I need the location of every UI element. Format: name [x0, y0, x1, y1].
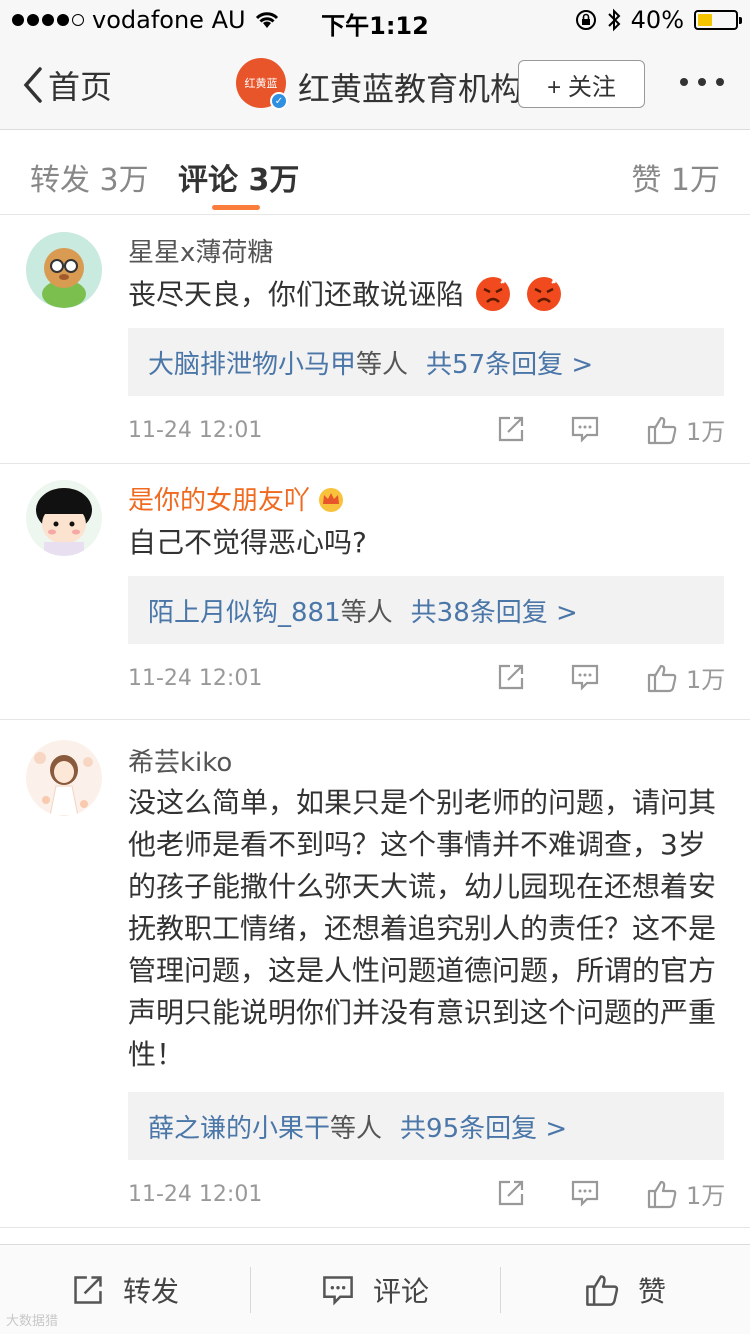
reply-summary[interactable]: 陌上月似钩_881 等人 共38条回复 > — [128, 576, 724, 644]
comment-icon — [571, 1180, 599, 1207]
comment-label: 评论 — [372, 1274, 429, 1308]
like-count: 1万 — [686, 1182, 726, 1210]
comment-time: 11-24 12:01 — [128, 418, 263, 443]
repost-action[interactable] — [496, 1178, 526, 1208]
verified-badge-icon: ✓ — [270, 92, 288, 110]
like-button[interactable]: 赞 — [500, 1245, 750, 1334]
comment-text: 丧尽天良，你们还敢说诬陷 — [128, 274, 724, 316]
reply-user: 大脑排泄物小马甲 — [148, 349, 357, 380]
tabs-bar: 转发 3万 评论 3万 赞 1万 — [0, 131, 750, 215]
avatar-cartoon-icon — [26, 232, 102, 308]
tab-comments[interactable]: 评论 3万 — [178, 155, 299, 199]
share-icon — [74, 1275, 102, 1304]
reply-count: 共57条回复 > — [426, 349, 594, 380]
angry-emoji-icon — [475, 277, 510, 311]
comment-text: 自己不觉得恶心吗? — [128, 526, 367, 559]
tab-likes[interactable]: 赞 1万 — [631, 155, 720, 199]
comment-time: 11-24 12:01 — [128, 666, 263, 691]
like-label: 赞 — [637, 1274, 666, 1308]
bottom-toolbar: 转发 评论 赞 — [0, 1244, 750, 1334]
org-name[interactable]: 红黄蓝教育机构 — [298, 64, 522, 110]
back-button[interactable]: 首页 — [22, 62, 112, 108]
battery-level — [698, 14, 713, 26]
reply-summary[interactable]: 薛之谦的小果干 等人 共95条回复 > — [128, 1092, 724, 1160]
comment-username[interactable]: 是你的女朋友吖 — [128, 480, 346, 517]
reply-count: 共95条回复 > — [400, 1113, 568, 1144]
reply-action[interactable] — [570, 1178, 600, 1208]
thumb-up-icon — [647, 664, 677, 692]
orientation-lock-icon — [575, 10, 596, 30]
share-icon — [498, 664, 524, 690]
thumb-up-icon — [586, 1274, 619, 1306]
tab-active-indicator — [212, 205, 260, 210]
like-action[interactable]: 1万 — [646, 412, 725, 447]
comment-time: 11-24 12:01 — [128, 1182, 263, 1207]
bluetooth-icon — [607, 8, 621, 32]
repost-label: 转发 — [122, 1274, 179, 1308]
comment-item: 希芸kiko 没这么简单，如果只是个别老师的问题，请问其他老师是看不到吗？这个事… — [0, 720, 750, 1228]
tab-repost[interactable]: 转发 3万 — [30, 155, 149, 199]
nav-bar: 首页 红黄蓝 ✓ 红黄蓝教育机构 + 关注 — [0, 40, 750, 130]
status-right: 40% — [575, 6, 742, 34]
comment-list: 星星x薄荷糖 丧尽天良，你们还敢说诬陷 大脑排泄物小马甲 等人 共57条回复 >… — [0, 216, 750, 1228]
comment-username[interactable]: 星星x薄荷糖 — [128, 232, 273, 269]
thumb-up-icon — [647, 1180, 677, 1208]
follow-button[interactable]: + 关注 — [518, 60, 645, 108]
reply-etc: 等人 — [340, 597, 393, 628]
repost-action[interactable] — [496, 662, 526, 692]
battery-icon — [694, 10, 742, 30]
username-text: 是你的女朋友吖 — [128, 486, 311, 516]
reply-summary[interactable]: 大脑排泄物小马甲 等人 共57条回复 > — [128, 328, 724, 396]
avatar[interactable] — [26, 740, 102, 816]
avatar-girl-icon — [26, 740, 102, 816]
more-options-icon[interactable] — [680, 78, 724, 86]
battery-percent: 40% — [630, 6, 684, 34]
crown-badge-icon — [319, 487, 344, 512]
like-action[interactable]: 1万 — [646, 660, 725, 695]
reply-action[interactable] — [570, 662, 600, 692]
share-icon — [498, 416, 524, 442]
like-action[interactable]: 1万 — [646, 1176, 725, 1211]
avatar[interactable] — [26, 232, 102, 308]
angry-emoji-icon — [526, 277, 561, 311]
back-label: 首页 — [48, 68, 113, 106]
comment-username[interactable]: 希芸kiko — [128, 742, 232, 779]
avatar-cartoon-icon — [26, 480, 102, 556]
comment-icon — [323, 1275, 353, 1305]
reply-user: 薛之谦的小果干 — [148, 1113, 331, 1144]
repost-action[interactable] — [496, 414, 526, 444]
comment-body: 丧尽天良，你们还敢说诬陷 — [128, 278, 465, 311]
comment-button[interactable]: 评论 — [250, 1245, 500, 1334]
thumb-up-icon — [647, 416, 677, 444]
status-bar: vodafone AU 下午1:12 40% — [0, 0, 750, 40]
avatar[interactable] — [26, 480, 102, 556]
reply-count: 共38条回复 > — [410, 597, 578, 628]
reply-etc: 等人 — [356, 349, 409, 380]
like-count: 1万 — [686, 418, 726, 446]
like-count: 1万 — [686, 666, 726, 694]
comment-icon — [571, 664, 599, 691]
comment-icon — [571, 416, 599, 443]
comment-item: 星星x薄荷糖 丧尽天良，你们还敢说诬陷 大脑排泄物小马甲 等人 共57条回复 >… — [0, 216, 750, 464]
org-logo-text: 红黄蓝 — [244, 77, 278, 90]
chevron-left-icon — [23, 67, 42, 103]
share-icon — [498, 1180, 524, 1206]
reply-action[interactable] — [570, 414, 600, 444]
reply-etc: 等人 — [330, 1113, 383, 1144]
comment-text: 没这么简单，如果只是个别老师的问题，请问其他老师是看不到吗？这个事情并不难调查，… — [128, 786, 717, 1071]
comment-item: 是你的女朋友吖 自己不觉得恶心吗? 陌上月似钩_881 等人 共38条回复 > … — [0, 464, 750, 720]
reply-user: 陌上月似钩_881 — [148, 597, 341, 628]
watermark: 大数据猎 — [6, 1314, 59, 1329]
